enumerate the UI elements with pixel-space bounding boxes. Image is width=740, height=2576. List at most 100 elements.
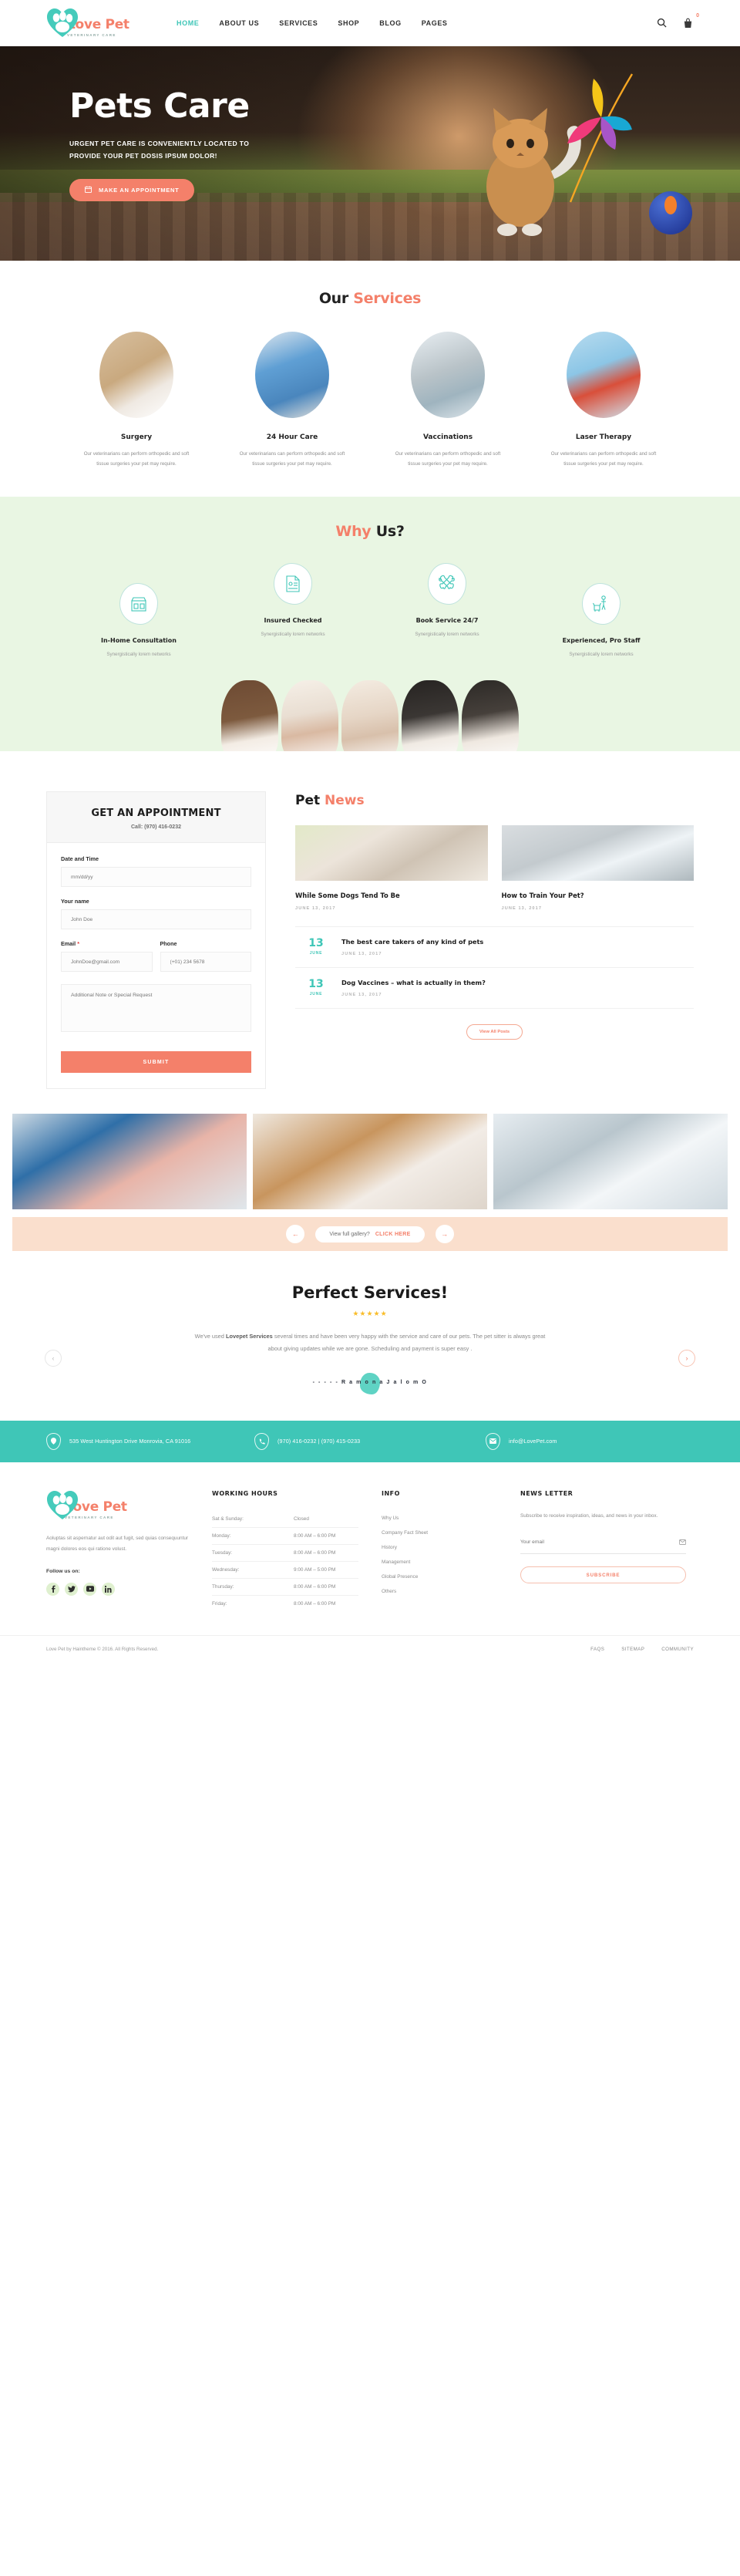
linkedin-icon[interactable] (102, 1582, 115, 1596)
view-all-posts-button[interactable]: View All Posts (466, 1024, 523, 1040)
info-link-history[interactable]: History (382, 1540, 497, 1555)
puppies-ledge (0, 751, 740, 764)
info-title: INFO (382, 1489, 400, 1497)
service-card-laser-therapy[interactable]: Laser Therapy Our veterinarians can perf… (533, 332, 674, 469)
why-card-book-service[interactable]: Book Service 24/7 Synergistically lorem … (374, 563, 520, 637)
date-time-input[interactable] (61, 867, 251, 888)
calendar-icon (85, 186, 92, 194)
site-header: Love Pet VETERINARY CARE HOME ABOUT US S… (0, 0, 740, 46)
appointment-header: GET AN APPOINTMENT Call: (970) 416-0232 (47, 792, 265, 844)
puppies-photo (0, 671, 740, 764)
note-textarea[interactable] (61, 984, 251, 1033)
header-actions: 0 (657, 13, 699, 29)
service-name: Surgery (120, 433, 153, 441)
service-description: Our veterinarians can perform orthopedic… (550, 451, 657, 467)
hours-row: Thursday: 8:00 AM – 6:00 PM (212, 1579, 358, 1596)
why-card-experienced-staff[interactable]: Experienced, Pro Staff Synergistically l… (528, 583, 674, 657)
hours-time: 8:00 AM – 6:00 PM (294, 1583, 336, 1590)
staff-dog-icon (582, 583, 621, 625)
news-month: JUNE (309, 951, 323, 956)
info-link-global-presence[interactable]: Global Presence (382, 1570, 497, 1584)
youtube-icon[interactable] (83, 1582, 96, 1596)
follow-us-label: Follow us on: (46, 1568, 80, 1574)
make-appointment-button[interactable]: MAKE AN APPOINTMENT (69, 179, 195, 202)
phone-input[interactable] (160, 952, 251, 973)
services-heading-part2: Services (353, 290, 422, 307)
quote-pre: We've used (194, 1333, 226, 1340)
info-link-management[interactable]: Management (382, 1555, 497, 1570)
footer-link-sitemap[interactable]: SITEMAP (621, 1647, 644, 1652)
footer-logo[interactable]: Love Pet VETERINARY CARE (46, 1490, 189, 1521)
chevron-left-icon[interactable]: ‹ (45, 1350, 62, 1367)
footer-link-community[interactable]: COMMUNITY (661, 1647, 694, 1652)
service-card-vaccinations[interactable]: Vaccinations Our veterinarians can perfo… (377, 332, 519, 469)
service-card-surgery[interactable]: Surgery Our veterinarians can perform or… (66, 332, 207, 469)
newsletter-email-input[interactable] (520, 1539, 679, 1545)
email-input[interactable] (61, 952, 153, 973)
service-image (255, 332, 329, 418)
gallery-strip (0, 1106, 740, 1210)
subscribe-button[interactable]: SUBSCRIBE (520, 1566, 686, 1584)
why-card-insured-checked[interactable]: Insured Checked Synergistically lorem ne… (220, 563, 366, 637)
cart-count-badge: 0 (696, 12, 699, 19)
name-input[interactable] (61, 909, 251, 930)
news-card-date: JUNE 13, 2017 (295, 906, 336, 912)
label-date-and-time: Date and Time (61, 855, 99, 863)
nav-item-blog[interactable]: BLOG (379, 19, 401, 27)
news-image (295, 825, 488, 882)
paw-heart-icon (46, 1490, 79, 1521)
site-logo[interactable]: Love Pet VETERINARY CARE (46, 8, 158, 39)
bones-icon (428, 563, 466, 605)
info-link-company-fact-sheet[interactable]: Company Fact Sheet (382, 1526, 497, 1540)
contact-email: info@LovePet.com (486, 1432, 694, 1450)
facebook-icon[interactable] (46, 1582, 59, 1596)
email-phone-row: Email * Phone (61, 940, 251, 973)
why-card-name: Insured Checked (264, 617, 322, 625)
info-link-why-us[interactable]: Why Us (382, 1511, 497, 1526)
footer-link-faqs[interactable]: FAQS (590, 1647, 604, 1652)
footer-newsletter-column: NEWS LETTER Subscribe to receive inspira… (520, 1490, 686, 1612)
hours-day: Friday: (212, 1600, 227, 1607)
nav-item-shop[interactable]: SHOP (338, 19, 359, 27)
cart-icon[interactable]: 0 (683, 13, 699, 29)
hours-day: Tuesday: (212, 1549, 233, 1556)
working-hours-title: WORKING HOURS (212, 1489, 278, 1497)
search-icon[interactable] (657, 18, 668, 29)
news-cards: While Some Dogs Tend To Be JUNE 13, 2017… (295, 825, 694, 911)
news-card-title: While Some Dogs Tend To Be (295, 892, 400, 900)
gallery-click-here-link[interactable]: CLICK HERE (375, 1232, 411, 1237)
main-navigation: HOME ABOUT US SERVICES SHOP BLOG PAGES (177, 19, 448, 27)
nav-item-home[interactable]: HOME (177, 19, 199, 27)
service-image (411, 332, 485, 418)
pet-shop-icon (119, 583, 158, 625)
nav-item-services[interactable]: SERVICES (279, 19, 318, 27)
why-us-heading-part1: Why (335, 523, 376, 541)
why-card-name: Book Service 24/7 (415, 617, 479, 625)
services-grid: Surgery Our veterinarians can perform or… (0, 332, 740, 469)
chevron-right-icon[interactable]: › (678, 1350, 695, 1367)
twitter-icon[interactable] (65, 1582, 78, 1596)
news-date-block: 13 JUNE (306, 938, 326, 956)
nav-item-about-us[interactable]: ABOUT US (219, 19, 259, 27)
news-list-item[interactable]: 13 JUNE Dog Vaccines – what is actually … (295, 967, 694, 1010)
arrow-left-icon[interactable]: ← (286, 1225, 305, 1244)
contact-email-text: info@LovePet.com (509, 1438, 557, 1445)
footer-about-text: Aoluptas sit aspernatur aut odit aut fug… (46, 1535, 189, 1552)
news-list-item[interactable]: 13 JUNE The best care takers of any kind… (295, 926, 694, 967)
gallery-image[interactable] (12, 1114, 247, 1210)
gallery-image[interactable] (493, 1114, 728, 1210)
gallery-image[interactable] (253, 1114, 487, 1210)
arrow-right-icon[interactable]: → (435, 1225, 454, 1244)
services-section: Our Services Surgery Our veterinarians c… (0, 261, 740, 497)
phone-icon (254, 1432, 269, 1450)
why-card-in-home-consultation[interactable]: In-Home Consultation Synergistically lor… (66, 583, 212, 657)
nav-item-pages[interactable]: PAGES (422, 19, 448, 27)
news-card[interactable]: How to Train Your Pet? JUNE 13, 2017 (501, 825, 694, 911)
service-card-24-hour-care[interactable]: 24 Hour Care Our veterinarians can perfo… (221, 332, 363, 469)
hours-time: 8:00 AM – 6:00 PM (294, 1532, 336, 1539)
info-link-others[interactable]: Others (382, 1584, 497, 1599)
footer-info-column: INFO Why Us Company Fact Sheet History M… (382, 1490, 497, 1612)
news-card[interactable]: While Some Dogs Tend To Be JUNE 13, 2017 (295, 825, 488, 911)
footer-bottom-bar: Love Pet by Haintheme © 2016. All Rights… (0, 1634, 740, 1663)
submit-button[interactable]: SUBMIT (61, 1051, 251, 1074)
